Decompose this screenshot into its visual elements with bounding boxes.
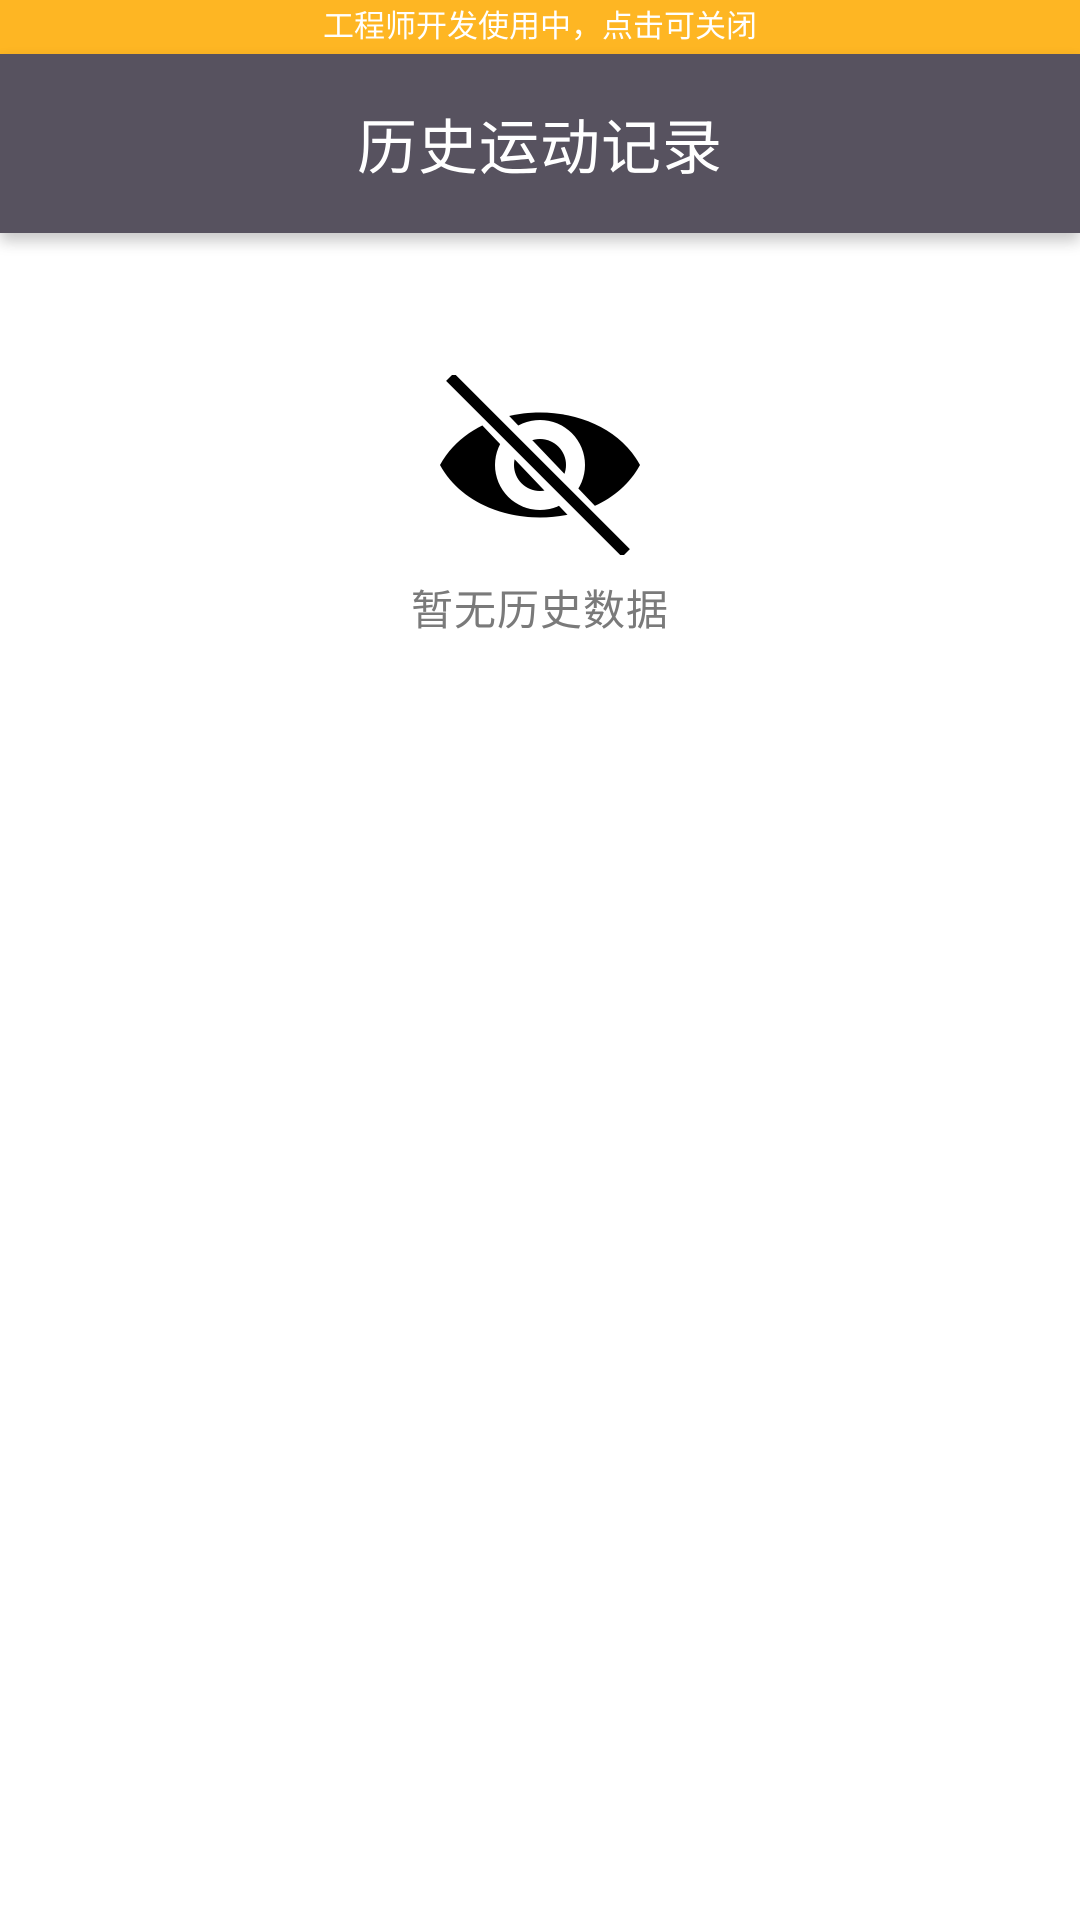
dev-mode-banner[interactable]: 工程师开发使用中，点击可关闭 bbox=[0, 0, 1080, 54]
title-bar: 历史运动记录 bbox=[0, 54, 1080, 233]
empty-state: 暂无历史数据 bbox=[0, 375, 1080, 638]
empty-state-message: 暂无历史数据 bbox=[410, 586, 669, 635]
history-page: 工程师开发使用中，点击可关闭 历史运动记录 暂无历史数据 bbox=[0, 0, 1080, 1920]
eye-off-icon bbox=[440, 375, 640, 555]
page-title: 历史运动记录 bbox=[357, 114, 723, 184]
dev-mode-banner-text: 工程师开发使用中，点击可关闭 bbox=[323, 9, 757, 45]
